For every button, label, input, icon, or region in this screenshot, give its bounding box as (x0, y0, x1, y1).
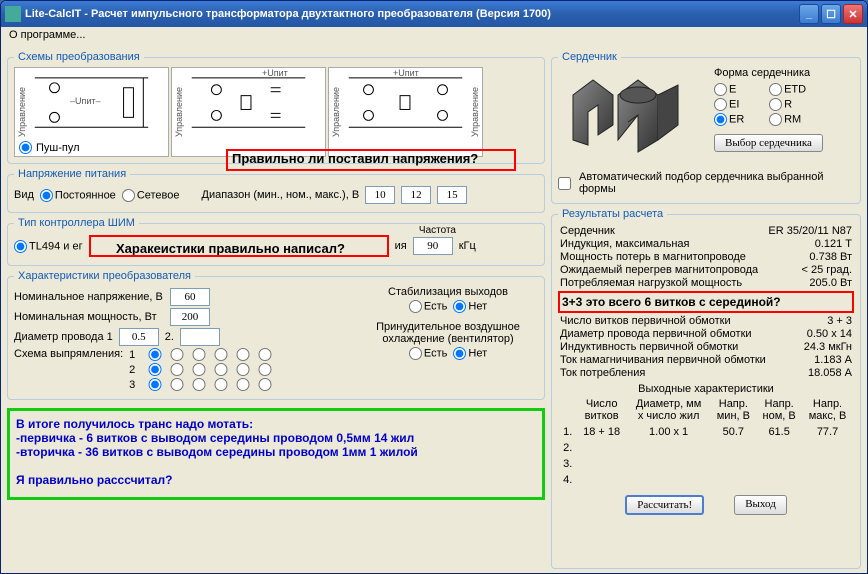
annotation-q2: Харакеистики правильно написал? (116, 241, 345, 256)
core-group: Сердечник Форма сердечника (551, 51, 861, 204)
schemes-group: Схемы преобразования (7, 51, 545, 164)
select-core-button[interactable]: Выбор сердечника (714, 134, 823, 152)
scheme-fullbridge[interactable]: Управление Управление +Uпит (328, 67, 483, 157)
core-image (558, 67, 708, 167)
results-group: Результаты расчета СердечникER 35/20/11 … (551, 208, 861, 569)
results-legend: Результаты расчета (558, 208, 667, 220)
minimize-button[interactable]: _ (799, 4, 819, 24)
fan-no-radio[interactable]: Нет (453, 347, 487, 360)
calculate-button[interactable]: Рассчитать! (625, 495, 704, 515)
table-row: 2. (560, 441, 852, 455)
annotation-summary-box: В итоге получилось транс надо мотать: -п… (7, 408, 545, 500)
shape-etd-radio[interactable]: ETD (769, 83, 823, 96)
shape-er-radio[interactable]: ER (714, 113, 761, 126)
converter-legend: Характеристики преобразователя (14, 270, 195, 282)
stab-no-radio[interactable]: Нет (453, 300, 487, 313)
pwm-group: Тип контроллера ШИМ TL494 и ег Харакеист… (7, 217, 545, 266)
close-button[interactable]: ✕ (843, 4, 863, 24)
core-legend: Сердечник (558, 51, 621, 63)
titlebar[interactable]: Lite-CalcIT - Расчет импульсного трансфо… (1, 1, 867, 27)
maximize-button[interactable]: ☐ (821, 4, 841, 24)
wire2-input[interactable] (180, 328, 220, 346)
annotation-q3-box: 3+3 это всего 6 витков с серединой? (558, 291, 854, 313)
app-window: Lite-CalcIT - Расчет импульсного трансфо… (0, 0, 868, 574)
fan-yes-radio[interactable]: Есть (409, 347, 447, 360)
nom-power-input[interactable] (170, 308, 210, 326)
stab-yes-radio[interactable]: Есть (409, 300, 447, 313)
scheme-pushpull[interactable]: Управление –Uпит– Пуш-пул (14, 67, 169, 157)
shape-ei-radio[interactable]: EI (714, 98, 761, 111)
pwm-tl494-radio[interactable]: TL494 и ег (14, 240, 83, 253)
exit-button[interactable]: Выход (734, 495, 787, 515)
nom-voltage-input[interactable] (170, 288, 210, 306)
converter-group: Характеристики преобразователя Номинальн… (7, 270, 545, 400)
menubar: О программе... (1, 27, 867, 47)
table-row: 3. (560, 457, 852, 471)
wire1-input[interactable] (119, 328, 159, 346)
power-nom-input[interactable] (401, 186, 431, 204)
annotation-summary: В итоге получилось транс надо мотать: -п… (16, 417, 536, 487)
shape-rm-radio[interactable]: RM (769, 113, 823, 126)
pwm-freq-input[interactable] (413, 237, 453, 255)
output-table: Числовитков Диаметр, ммx число жил Напр.… (558, 395, 854, 489)
app-icon (5, 6, 21, 22)
scheme-halfbridge[interactable]: Управление +Uпит (171, 67, 326, 157)
menu-about[interactable]: О программе... (9, 29, 85, 41)
table-row: 4. (560, 473, 852, 487)
power-ac-radio[interactable]: Сетевое (122, 189, 180, 202)
shape-e-radio[interactable]: E (714, 83, 761, 96)
scheme-pushpull-radio[interactable] (19, 141, 32, 154)
power-min-input[interactable] (365, 186, 395, 204)
power-group: Напряжение питания Вид Постоянное Сетево… (7, 168, 545, 213)
window-title: Lite-CalcIT - Расчет импульсного трансфо… (25, 8, 799, 20)
power-dc-radio[interactable]: Постоянное (40, 189, 116, 202)
table-row: 1. 18 + 18 1.00 x 1 50.7 61.5 77.7 (560, 425, 852, 439)
shape-r-radio[interactable]: R (769, 98, 823, 111)
pwm-legend: Тип контроллера ШИМ (14, 217, 139, 229)
power-legend: Напряжение питания (14, 168, 130, 180)
schemes-legend: Схемы преобразования (14, 51, 144, 63)
annotation-q1: Правильно ли поставил напряжения? (232, 151, 478, 166)
auto-core-checkbox[interactable] (558, 177, 571, 190)
power-max-input[interactable] (437, 186, 467, 204)
rect-matrix: 1 2 3 (129, 348, 273, 391)
